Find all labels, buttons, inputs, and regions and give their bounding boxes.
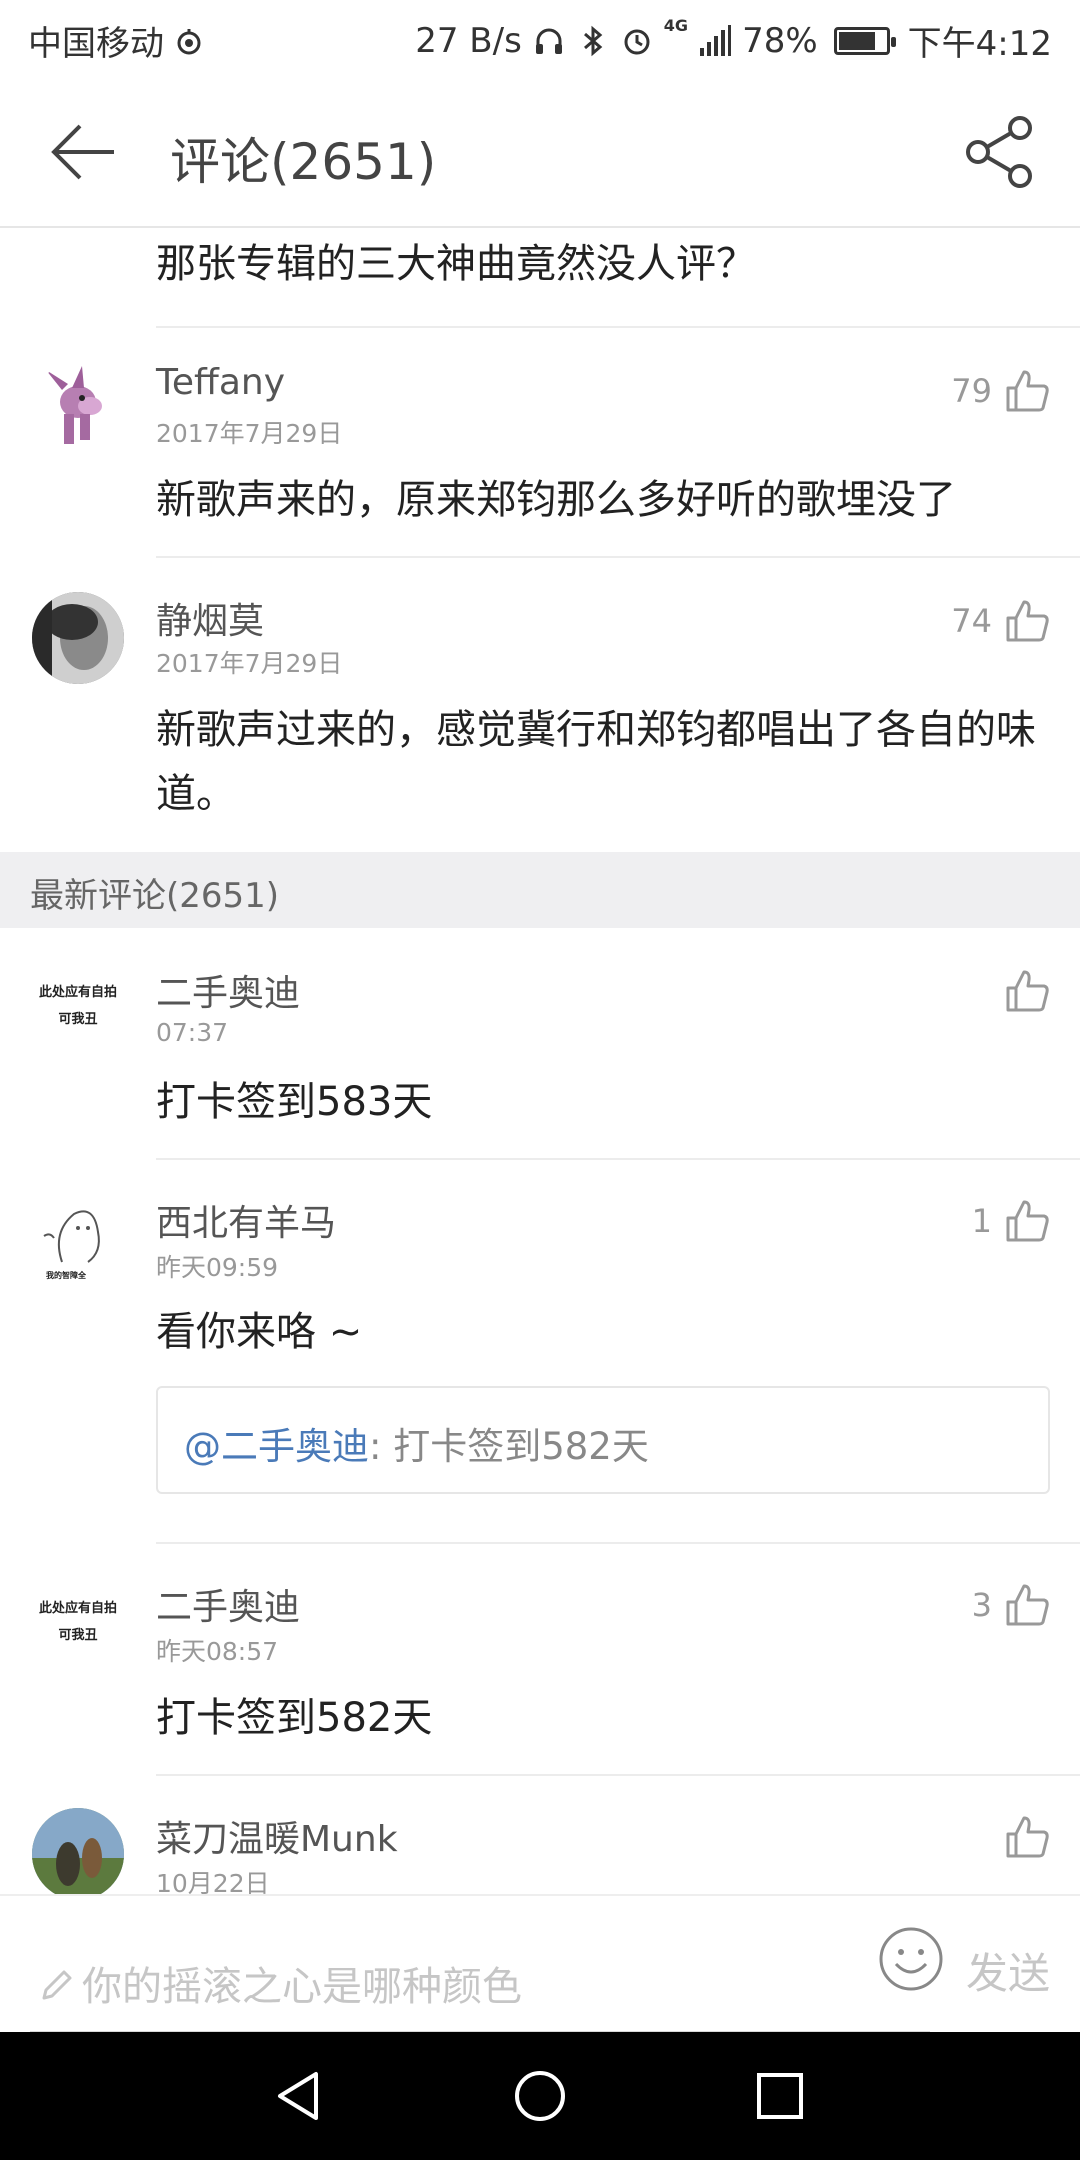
donkey-avatar-icon (46, 366, 102, 444)
pencil-icon (42, 1970, 72, 2000)
input-placeholder: 你的摇滚之心是哪种颜色 (82, 1964, 522, 2010)
comment-text: 打卡签到582天 (156, 1695, 433, 1741)
divider (156, 1542, 1080, 1544)
quoted-reply[interactable]: @二手奥迪: 打卡签到582天 (156, 1386, 1050, 1494)
avatar-text: 此处应有自拍 (38, 985, 117, 1000)
network-type: 4G (663, 16, 689, 35)
app-bar: 评论(2651) (0, 76, 1080, 228)
reply-text: : 打卡签到582天 (369, 1425, 649, 1468)
comment-date: 07:37 (156, 1018, 229, 1047)
like-button[interactable]: 3 (972, 1580, 1052, 1630)
bluetooth-icon (583, 25, 603, 56)
system-nav-bar (0, 2032, 1080, 2160)
divider (156, 326, 1080, 328)
comment-list[interactable]: 那张专辑的三大神曲竟然没人评？ Teffany 2017年7月29日 79 新歌… (0, 228, 1080, 1894)
thumbs-up-icon (1006, 370, 1049, 412)
thumbs-up-icon (1006, 1584, 1049, 1626)
like-button[interactable] (1002, 966, 1052, 1016)
avatar[interactable] (32, 362, 124, 454)
clock: 下午4:12 (907, 24, 1052, 64)
avatar-text: 此处应有自拍 (38, 1601, 117, 1616)
portrait-avatar-icon (32, 592, 124, 684)
avatar-text: 可我丑 (58, 1628, 98, 1643)
like-button[interactable] (1002, 1812, 1052, 1862)
comment-input-bar: 你的摇滚之心是哪种颜色 发送 (0, 1894, 1080, 2034)
comment-text: 看你来咯 ~ (156, 1309, 363, 1355)
thumbs-up-icon (1006, 1200, 1049, 1242)
signal-icon (700, 24, 732, 56)
send-button[interactable]: 发送 (966, 1940, 1050, 2001)
section-title: 最新评论(2651) (30, 876, 280, 916)
comment-text: 打卡签到583天 (156, 1079, 433, 1125)
thumbs-up-icon (1006, 600, 1049, 642)
like-button[interactable]: 74 (951, 596, 1052, 646)
thumbs-up-icon (1006, 970, 1049, 1012)
alarm-icon (624, 29, 650, 54)
like-count: 3 (971, 1586, 992, 1624)
share-icon[interactable] (958, 110, 1042, 194)
emoji-icon[interactable] (878, 1926, 944, 1992)
comment-date: 10月22日 (156, 1869, 270, 1894)
avatar[interactable] (32, 592, 124, 684)
page-title: 评论(2651) (170, 133, 437, 191)
username[interactable]: 菜刀温暖Munk (156, 1810, 398, 1862)
divider (156, 556, 1080, 558)
divider (156, 1158, 1080, 1160)
carrier-label: 中国移动 (28, 24, 164, 64)
like-button[interactable]: 79 (951, 366, 1052, 416)
home-nav-icon[interactable] (504, 2060, 576, 2132)
comment-date: 2017年7月29日 (156, 419, 343, 448)
comment-date: 昨天08:57 (156, 1637, 279, 1666)
battery-icon (833, 26, 896, 55)
avatar[interactable]: 我的智障全 (32, 1192, 124, 1284)
avatar-caption: 我的智障全 (46, 1271, 86, 1280)
comment-input[interactable]: 你的摇滚之心是哪种颜色 (30, 1896, 943, 2034)
headphones-icon (535, 28, 562, 54)
comment-date: 2017年7月29日 (156, 649, 343, 678)
back-arrow-icon[interactable] (46, 114, 122, 190)
battery-percent: 78% (742, 20, 818, 61)
avatar[interactable]: 此处应有自拍 可我丑 (32, 1574, 124, 1666)
username[interactable]: 西北有羊马 (156, 1194, 336, 1246)
sync-icon (177, 28, 201, 54)
like-button[interactable]: 1 (972, 1196, 1052, 1246)
reply-mention[interactable]: @二手奥迪 (184, 1425, 369, 1468)
latest-comments-header: 最新评论(2651) (0, 852, 1080, 928)
username[interactable]: 二手奥迪 (156, 1578, 300, 1630)
like-count: 79 (951, 372, 992, 410)
comment-text: 那张专辑的三大神曲竟然没人评？ (156, 241, 756, 287)
like-count: 74 (951, 602, 992, 640)
like-count: 1 (971, 1202, 992, 1240)
comment-text: 新歌声过来的，感觉冀行和郑钧都唱出了各自的味道。 (156, 707, 1036, 817)
username[interactable]: Teffany (156, 362, 285, 403)
comment-date: 昨天09:59 (156, 1253, 279, 1282)
avatar-text: 可我丑 (58, 1012, 98, 1027)
photo-avatar-icon (32, 1808, 124, 1894)
comment-text: 新歌声来的，原来郑钧那么多好听的歌埋没了 (156, 477, 956, 523)
username[interactable]: 静烟莫 (156, 592, 264, 644)
divider (156, 1774, 1080, 1776)
thumbs-up-icon (1006, 1816, 1049, 1858)
status-bar: 中国移动 27 B/s 4G 78% 下午4:12 (0, 0, 1080, 76)
back-nav-icon[interactable] (264, 2060, 336, 2132)
network-speed: 27 B/s (415, 20, 522, 61)
recents-nav-icon[interactable] (744, 2060, 816, 2132)
avatar[interactable] (32, 1808, 124, 1894)
username[interactable]: 二手奥迪 (156, 964, 300, 1016)
avatar[interactable]: 此处应有自拍 可我丑 (32, 958, 124, 1050)
